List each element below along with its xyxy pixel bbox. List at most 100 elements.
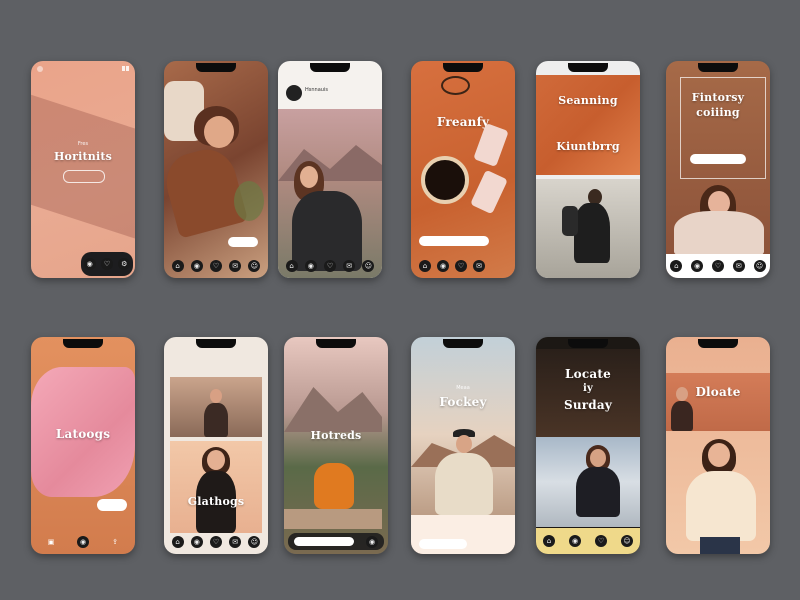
action-pill[interactable]: [419, 236, 489, 246]
screen-title: Dloate: [695, 385, 741, 399]
phone-prop: [470, 169, 508, 215]
heart-icon[interactable]: ♡: [595, 535, 607, 547]
screen-title: Latoogs: [55, 427, 111, 441]
screen-title-2: coiiing: [696, 106, 740, 119]
phone-screen-11: Locate iy Surday ⌂ ◉ ♡ ☺: [536, 337, 640, 554]
screen-title: Glathogs: [187, 495, 245, 508]
notch: [196, 63, 236, 72]
camera-icon[interactable]: ◉: [83, 258, 96, 270]
get-started-button[interactable]: [63, 170, 105, 183]
phone-screen-3: Hsnnauis ⌂ ◉ ♡ ✉ ☺: [278, 61, 382, 278]
photo-ground: [284, 509, 382, 529]
bottom-nav: ⌂ ◉ ♡ ✉ ☺: [666, 254, 770, 278]
heart-icon[interactable]: ♡: [209, 259, 222, 272]
bottom-nav: ⌂ ◉ ♡ ✉: [415, 257, 511, 274]
action-pill[interactable]: [228, 237, 258, 247]
action-pill[interactable]: [690, 154, 746, 164]
photo-jeans: [700, 537, 740, 554]
photo-mountains: [284, 387, 382, 432]
settings-icon[interactable]: ⚙: [118, 258, 131, 270]
chat-icon[interactable]: ✉: [732, 260, 745, 272]
coffee-cup: [421, 156, 469, 204]
screen-subtitle: Fres: [77, 141, 89, 147]
photo-body: [574, 203, 610, 263]
camera-icon[interactable]: ◉: [77, 535, 89, 548]
profile-icon[interactable]: ☺: [248, 535, 261, 548]
screen-title-2: Surday: [563, 398, 613, 412]
profile-icon[interactable]: ☺: [621, 535, 633, 547]
camera-icon[interactable]: ◉: [437, 259, 449, 272]
bottom-nav: ⌂ ◉ ♡ ✉ ☺: [282, 257, 378, 274]
photo-face: [590, 449, 606, 467]
photo-face: [708, 443, 730, 467]
phone-screen-9: Hotreds ◉: [284, 337, 388, 554]
photo-face: [207, 450, 225, 470]
share-icon[interactable]: ⇪: [109, 536, 121, 548]
photo-face: [210, 389, 222, 403]
plant: [234, 181, 264, 221]
bottom-nav: ⌂ ◉ ♡ ✉ ☺: [168, 257, 264, 274]
chat-icon[interactable]: ✉: [343, 259, 356, 272]
phone-screen-8: Glathogs ⌂ ◉ ♡ ✉ ☺: [164, 337, 268, 554]
screen-title: Locate: [565, 367, 611, 381]
camera-icon[interactable]: ◉: [190, 535, 203, 548]
chat-icon[interactable]: ✉: [473, 259, 485, 272]
camera-icon[interactable]: ◉: [569, 535, 581, 547]
profile-name: Hsnnauis: [305, 87, 328, 93]
screen-title: Fockey: [439, 395, 487, 409]
home-icon[interactable]: ⌂: [285, 259, 298, 272]
profile-icon[interactable]: ☺: [362, 259, 375, 272]
phone-screen-7: Latoogs ▣ ◉ ⇪: [31, 337, 135, 554]
notch: [568, 339, 608, 348]
action-pill[interactable]: [419, 539, 467, 549]
heart-icon[interactable]: ♡: [100, 258, 113, 270]
photo-body: [576, 467, 620, 517]
notch: [698, 63, 738, 72]
screen-title: Fintorsy: [691, 91, 745, 104]
phone-screen-2: ⌂ ◉ ♡ ✉ ☺: [164, 61, 268, 278]
phone-screen-1: Horitnits Fres ◉ ♡ ⚙: [31, 61, 135, 278]
heart-icon[interactable]: ♡: [209, 535, 222, 548]
bottom-nav: ⌂ ◉ ♡ ☺: [536, 528, 640, 554]
photo-body: [204, 403, 228, 437]
notch: [63, 339, 103, 348]
heart-icon[interactable]: ♡: [323, 259, 336, 272]
camera-icon[interactable]: ◉: [691, 260, 704, 272]
notch: [443, 339, 483, 348]
search-input[interactable]: [294, 537, 354, 546]
photo-face: [204, 116, 234, 148]
photo-face: [300, 166, 318, 188]
screen-title-mid: iy: [582, 383, 593, 394]
chat-icon[interactable]: ✉: [229, 535, 242, 548]
profile-icon[interactable]: ☺: [753, 260, 766, 272]
profile-icon[interactable]: ☺: [248, 259, 261, 272]
heart-icon[interactable]: ♡: [455, 259, 467, 272]
phone-prop: [473, 123, 509, 167]
camera-icon[interactable]: ◉: [190, 259, 203, 272]
photo-body: [435, 453, 493, 515]
photo-face: [456, 435, 472, 453]
photo-top: [536, 75, 640, 175]
home-icon[interactable]: ⌂: [171, 259, 184, 272]
home-icon[interactable]: ⌂: [543, 535, 555, 547]
camera-icon[interactable]: ◉: [366, 535, 378, 548]
status-bar: [37, 66, 129, 72]
home-icon[interactable]: ⌂: [171, 535, 184, 548]
action-pill[interactable]: [97, 499, 127, 511]
notch: [316, 339, 356, 348]
phone-screen-5: Seanning Kiuntbrrg: [536, 61, 640, 278]
photo-body: [686, 471, 756, 541]
screen-title: Seanning: [558, 94, 618, 107]
home-icon[interactable]: ⌂: [670, 260, 683, 272]
bottom-nav: ▣ ◉ ⇪: [35, 533, 131, 550]
camera-icon[interactable]: ◉: [304, 259, 317, 272]
avatar[interactable]: [286, 85, 302, 101]
notch: [698, 339, 738, 348]
home-icon[interactable]: ⌂: [419, 259, 431, 272]
bottom-nav: ◉ ♡ ⚙: [81, 252, 133, 276]
bottom-nav: ⌂ ◉ ♡ ✉ ☺: [168, 533, 264, 550]
phone-screen-10: Meaa Fockey: [411, 337, 515, 554]
chat-icon[interactable]: ✉: [229, 259, 242, 272]
heart-icon[interactable]: ♡: [711, 260, 724, 272]
gallery-icon[interactable]: ▣: [45, 536, 57, 548]
